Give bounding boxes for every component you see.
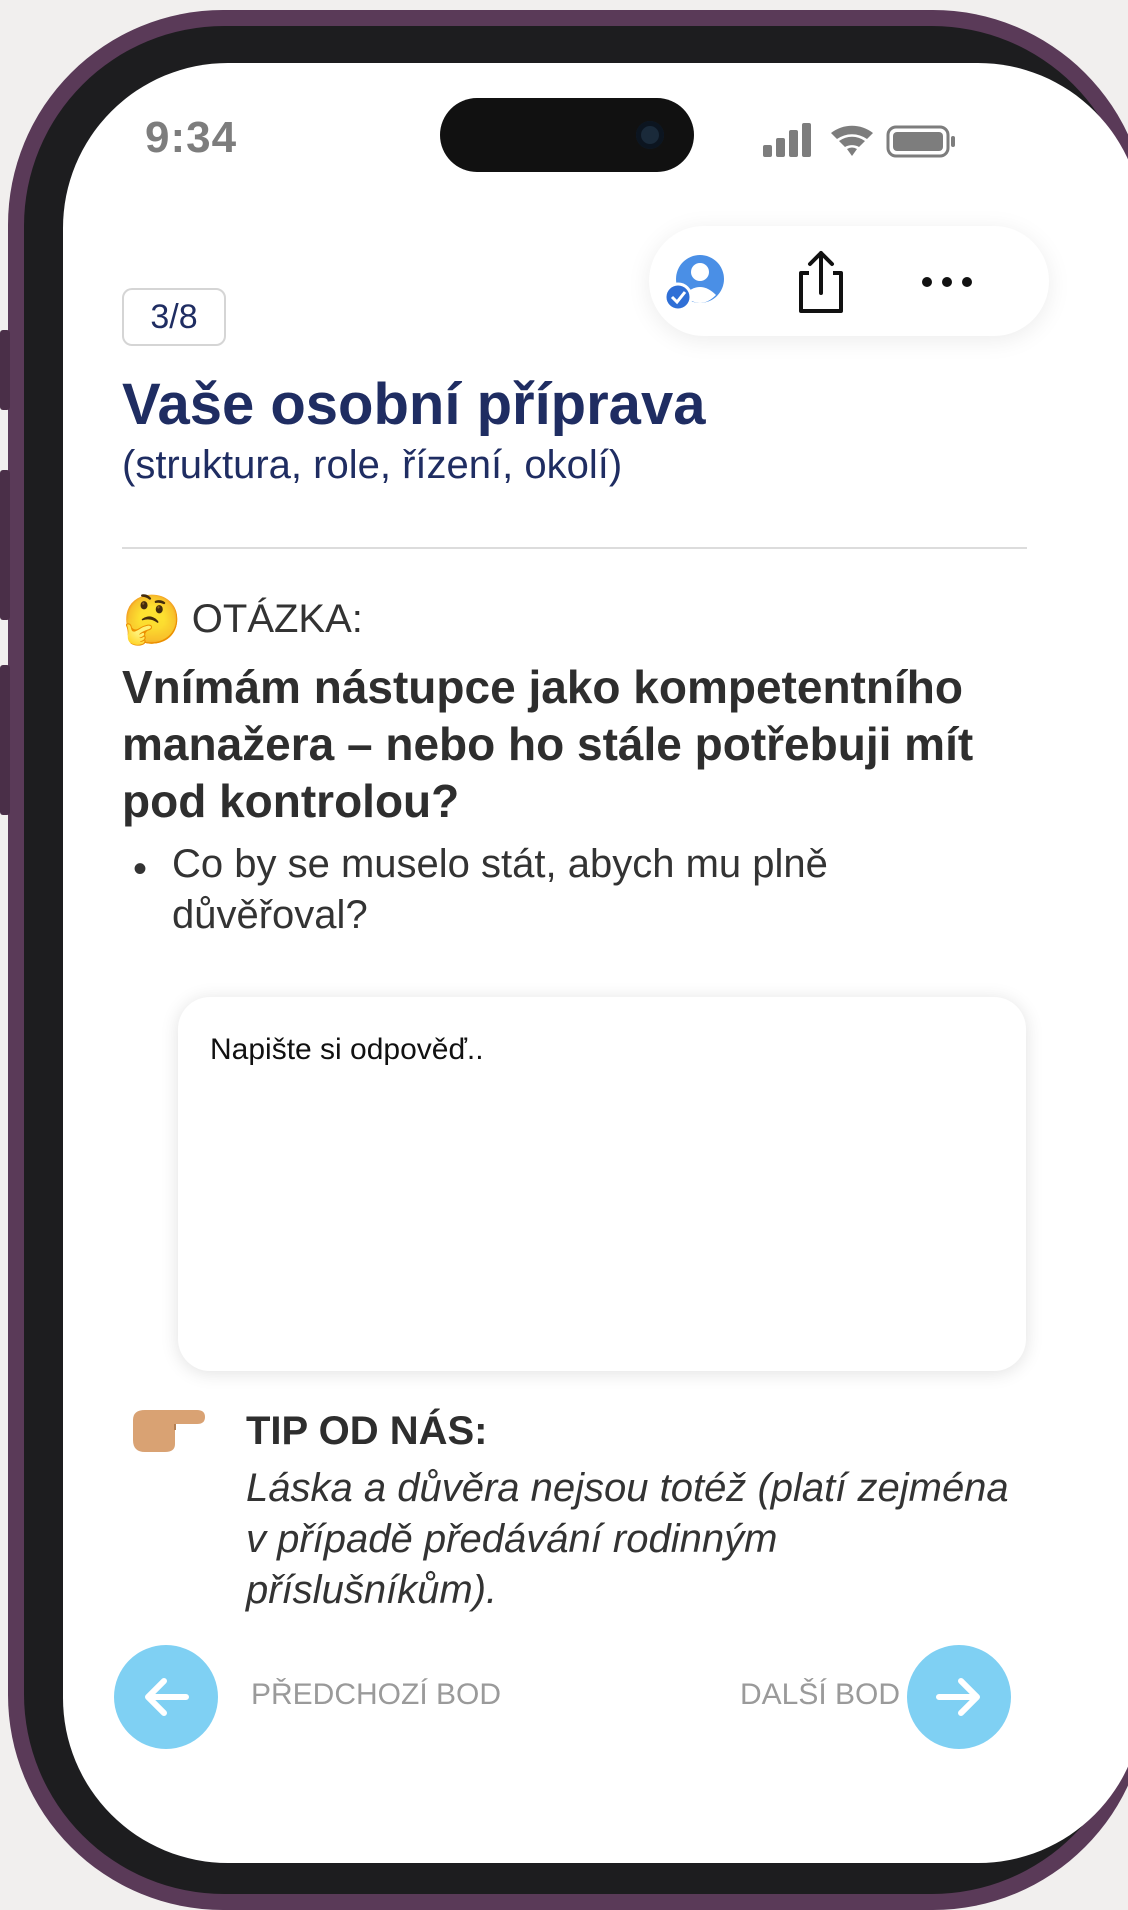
- previous-button[interactable]: [114, 1645, 218, 1749]
- tip-text: Láska a důvěra nejsou totéž (platí zejmé…: [246, 1466, 1009, 1612]
- volume-down-button: [0, 665, 10, 815]
- dynamic-island: [440, 98, 694, 172]
- camera-icon: [636, 121, 664, 149]
- question-label-text: OTÁZKA:: [191, 597, 363, 641]
- next-button[interactable]: [907, 1645, 1011, 1749]
- arrow-right-icon: [936, 1678, 980, 1716]
- wifi-icon: [831, 125, 873, 156]
- profile-button[interactable]: [659, 246, 731, 318]
- question-label: 🤔 OTÁZKA:: [122, 591, 363, 648]
- bullet-dot: •: [133, 847, 148, 891]
- share-button[interactable]: [785, 246, 857, 318]
- floating-toolbar: [649, 226, 1049, 336]
- step-counter: 3/8: [122, 288, 226, 346]
- thinking-face-icon: 🤔: [122, 594, 182, 647]
- user-check-icon: [663, 255, 724, 312]
- answer-placeholder: Napište si odpověď..: [210, 1033, 484, 1066]
- answer-input[interactable]: Napište si odpověď..: [178, 997, 1026, 1371]
- side-button: [0, 330, 10, 410]
- more-button[interactable]: [911, 246, 983, 318]
- status-icons: [763, 123, 955, 158]
- volume-up-button: [0, 470, 10, 620]
- status-time: 9:34: [145, 113, 238, 162]
- tip-title: TIP OD NÁS:: [246, 1409, 488, 1453]
- next-label[interactable]: DALŠÍ BOD: [740, 1678, 900, 1712]
- arrow-left-icon: [145, 1678, 189, 1716]
- question-bullet: Co by se muselo stát, abych mu plně důvě…: [172, 842, 828, 937]
- signal-icon: [763, 123, 811, 157]
- share-icon: [799, 251, 843, 313]
- battery-icon: [886, 125, 955, 158]
- question-text: Vnímám nástupce jako kompetentního manaž…: [122, 661, 974, 827]
- divider: [122, 547, 1027, 549]
- more-icon: [922, 277, 972, 287]
- screen: 9:34 3/8 Vaše osobní příprava (struktura…: [63, 63, 1128, 1863]
- page-title: Vaše osobní příprava: [122, 372, 706, 437]
- pointing-hand-icon: [129, 1400, 209, 1461]
- previous-label[interactable]: PŘEDCHOZÍ BOD: [251, 1678, 501, 1712]
- page-subtitle: (struktura, role, řízení, okolí): [122, 443, 623, 487]
